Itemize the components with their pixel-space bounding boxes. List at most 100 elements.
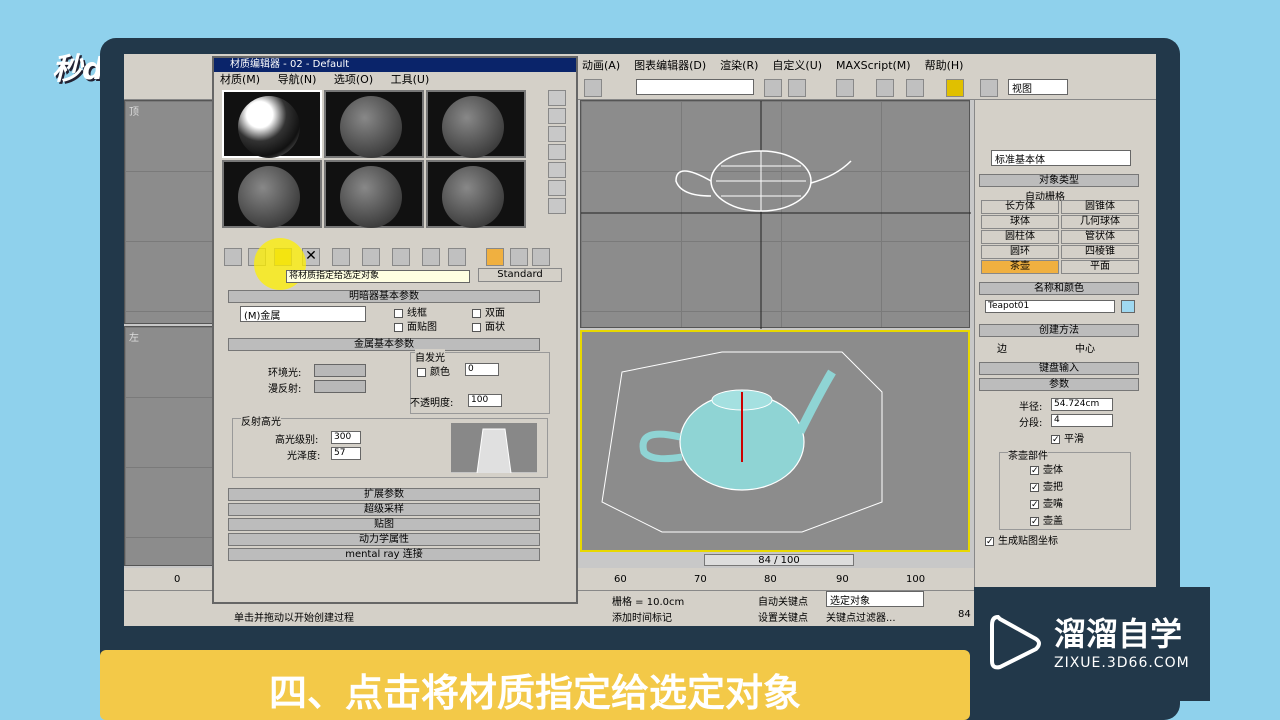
object-type-rollout[interactable]: 对象类型 xyxy=(979,174,1139,187)
part-body[interactable]: 壶体 xyxy=(1030,461,1063,476)
obj-pyramid[interactable]: 四棱锥 xyxy=(1061,245,1139,259)
copy-material-icon[interactable] xyxy=(332,248,350,266)
maps-rollout[interactable]: 贴图 xyxy=(228,518,540,531)
sample-type-icon[interactable] xyxy=(548,90,566,106)
obj-cylinder[interactable]: 圆柱体 xyxy=(981,230,1059,244)
sample-slot-6[interactable] xyxy=(426,160,526,228)
obj-torus[interactable]: 圆环 xyxy=(981,245,1059,259)
part-spout[interactable]: 壶嘴 xyxy=(1030,495,1063,510)
radius-field[interactable]: 54.724cm xyxy=(1051,398,1113,411)
faceted-checkbox[interactable]: 面状 xyxy=(472,318,505,333)
obj-plane[interactable]: 平面 xyxy=(1061,260,1139,274)
mat-menu-navigate[interactable]: 导航(N) xyxy=(278,73,317,86)
opacity-field[interactable]: 100 xyxy=(468,394,502,407)
mat-menu-tools[interactable]: 工具(U) xyxy=(391,73,430,86)
supersampling-rollout[interactable]: 超级采样 xyxy=(228,503,540,516)
put-to-library-icon[interactable] xyxy=(392,248,410,266)
go-forward-icon[interactable] xyxy=(532,248,550,266)
obj-teapot[interactable]: 茶壶 xyxy=(981,260,1059,274)
make-unique-icon[interactable] xyxy=(362,248,380,266)
render-setup-icon[interactable] xyxy=(980,79,998,97)
part-handle[interactable]: 壶把 xyxy=(1030,478,1063,493)
ambient-swatch[interactable] xyxy=(314,364,366,377)
sample-slot-3[interactable] xyxy=(426,90,526,158)
segments-field[interactable]: 4 xyxy=(1051,414,1113,427)
add-time-tag[interactable]: 添加时间标记 xyxy=(612,609,672,624)
key-filters-button[interactable]: 关键点过滤器... xyxy=(826,609,896,624)
layer-icon[interactable] xyxy=(836,79,854,97)
parameters-rollout[interactable]: 参数 xyxy=(979,378,1139,391)
show-map-icon[interactable] xyxy=(448,248,466,266)
extended-params-rollout[interactable]: 扩展参数 xyxy=(228,488,540,501)
mental-ray-rollout[interactable]: mental ray 连接 xyxy=(228,548,540,561)
color-checkbox[interactable]: 颜色 xyxy=(417,363,450,378)
mirror-icon[interactable] xyxy=(764,79,782,97)
viewport-front[interactable] xyxy=(580,100,971,329)
self-illum-field[interactable]: 0 xyxy=(465,363,499,376)
key-selection-combo[interactable]: 选定对象 xyxy=(826,591,924,607)
radio-center[interactable]: 中心 xyxy=(1075,340,1095,355)
menu-maxscript[interactable]: MAXScript(M) xyxy=(836,59,911,72)
part-lid[interactable]: 壶盖 xyxy=(1030,512,1063,527)
menu-customize[interactable]: 自定义(U) xyxy=(772,57,822,73)
curve-editor-icon[interactable] xyxy=(876,79,894,97)
menu-help[interactable]: 帮助(H) xyxy=(925,57,964,73)
sample-slot-2[interactable] xyxy=(324,90,424,158)
obj-box[interactable]: 长方体 xyxy=(981,200,1059,214)
options-icon[interactable] xyxy=(548,198,566,214)
sample-slot-1[interactable] xyxy=(222,90,322,158)
auto-key-button[interactable]: 自动关键点 xyxy=(758,593,808,608)
set-key-button[interactable]: 设置关键点 xyxy=(758,609,808,624)
two-sided-checkbox[interactable]: 双面 xyxy=(472,304,505,319)
show-end-result-icon[interactable] xyxy=(486,248,504,266)
material-type-button[interactable]: Standard xyxy=(478,268,562,282)
viewport-top[interactable]: 顶 xyxy=(124,100,214,324)
obj-sphere[interactable]: 球体 xyxy=(981,215,1059,229)
obj-cone[interactable]: 圆锥体 xyxy=(1061,200,1139,214)
gloss-field[interactable]: 57 xyxy=(331,447,361,460)
object-name-field[interactable]: Teapot01 xyxy=(985,300,1115,313)
shader-type-combo[interactable]: (M)金属 xyxy=(240,306,366,322)
get-material-icon[interactable] xyxy=(224,248,242,266)
obj-tube[interactable]: 管状体 xyxy=(1061,230,1139,244)
schematic-icon[interactable] xyxy=(906,79,924,97)
viewport-left[interactable]: 左 xyxy=(124,326,214,566)
view-combo[interactable]: 视图 xyxy=(1008,79,1068,95)
make-preview-icon[interactable] xyxy=(548,180,566,196)
menu-render[interactable]: 渲染(R) xyxy=(720,57,758,73)
category-combo[interactable]: 标准基本体 xyxy=(991,150,1131,166)
mat-menu-options[interactable]: 选项(O) xyxy=(334,73,373,86)
obj-geosphere[interactable]: 几何球体 xyxy=(1061,215,1139,229)
keyboard-entry-rollout[interactable]: 键盘输入 xyxy=(979,362,1139,375)
select-tool-icon[interactable] xyxy=(584,79,602,97)
smooth-checkbox[interactable]: 平滑 xyxy=(1051,430,1084,445)
name-color-rollout[interactable]: 名称和颜色 xyxy=(979,282,1139,295)
menu-graph[interactable]: 图表编辑器(D) xyxy=(634,57,706,73)
menu-animation[interactable]: 动画(A) xyxy=(582,57,620,73)
sample-slot-4[interactable] xyxy=(222,160,322,228)
shader-basic-rollout[interactable]: 明暗器基本参数 xyxy=(228,290,540,303)
mat-menu-material[interactable]: 材质(M) xyxy=(220,73,260,86)
creation-method-rollout[interactable]: 创建方法 xyxy=(979,324,1139,337)
frame-number[interactable]: 84 xyxy=(958,609,971,620)
dynamics-rollout[interactable]: 动力学属性 xyxy=(228,533,540,546)
spec-level-field[interactable]: 300 xyxy=(331,431,361,444)
background-icon[interactable] xyxy=(548,126,566,142)
diffuse-swatch[interactable] xyxy=(314,380,366,393)
material-id-icon[interactable] xyxy=(422,248,440,266)
video-color-icon[interactable] xyxy=(548,162,566,178)
go-to-parent-icon[interactable] xyxy=(510,248,528,266)
object-color-swatch[interactable] xyxy=(1121,300,1135,313)
backlight-icon[interactable] xyxy=(548,108,566,124)
metal-basic-rollout[interactable]: 金属基本参数 xyxy=(228,338,540,351)
viewport-perspective[interactable] xyxy=(580,330,970,552)
align-icon[interactable] xyxy=(788,79,806,97)
gen-uv-checkbox[interactable]: 生成贴图坐标 xyxy=(985,532,1058,547)
selection-set-combo[interactable] xyxy=(636,79,754,95)
uv-tiling-icon[interactable] xyxy=(548,144,566,160)
wire-checkbox[interactable]: 线框 xyxy=(394,304,427,319)
radio-edge[interactable]: 边 xyxy=(997,340,1007,355)
face-map-checkbox[interactable]: 面贴图 xyxy=(394,318,437,333)
sample-slot-5[interactable] xyxy=(324,160,424,228)
material-editor-icon[interactable] xyxy=(946,79,964,97)
